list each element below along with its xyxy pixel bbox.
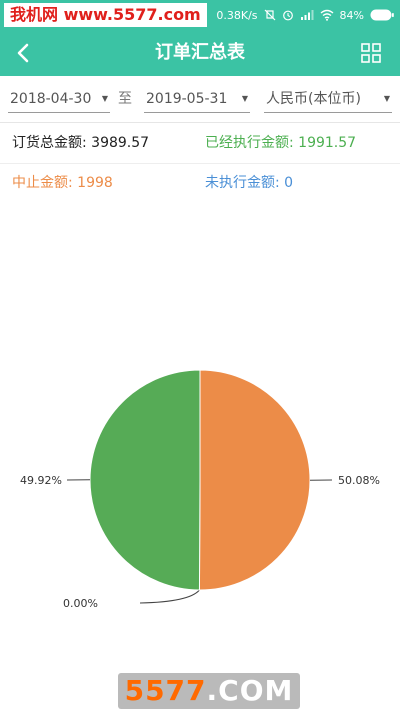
watermark-number: 5577	[124, 674, 207, 707]
caret-down-icon: ▼	[383, 94, 390, 103]
pie-slice-label: 0.00%	[63, 597, 98, 610]
alarm-icon	[282, 9, 294, 21]
stopped-amount-label: 中止金额:	[12, 175, 73, 191]
pie-slice	[198, 369, 311, 591]
grid-menu-button[interactable]	[360, 42, 382, 64]
pie-leader-line	[139, 589, 200, 604]
bottom-watermark: 5577.COM	[118, 673, 300, 709]
executed-amount: 已经执行金额: 1991.57	[205, 123, 356, 163]
filter-bar: 2018-04-30 ▼ 至 2019-05-31 ▼ 人民币(本位币) ▼	[0, 76, 400, 123]
unexecuted-amount-label: 未执行金额:	[205, 175, 280, 191]
status-icons: 0.38K/s 84%	[216, 0, 394, 30]
total-amount-label: 订货总金额:	[12, 135, 87, 151]
total-amount: 订货总金额: 3989.57	[12, 123, 149, 163]
unexecuted-amount: 未执行金额: 0	[205, 163, 293, 203]
end-date-select[interactable]: 2019-05-31 ▼	[144, 86, 250, 113]
executed-amount-value: 1991.57	[298, 135, 357, 151]
total-amount-value: 3989.57	[91, 135, 150, 151]
caret-down-icon: ▼	[101, 94, 108, 103]
grid-icon	[361, 43, 381, 63]
pie-slice-label: 50.08%	[338, 474, 380, 487]
summary-row: 中止金额: 1998 未执行金额: 0	[0, 163, 400, 203]
currency-value: 人民币(本位币)	[266, 91, 361, 107]
caret-down-icon: ▼	[241, 94, 248, 103]
battery-percent: 84%	[339, 8, 364, 22]
wifi-icon	[320, 9, 334, 21]
unexecuted-amount-value: 0	[284, 175, 294, 191]
title-bar: 订单汇总表	[0, 30, 400, 76]
status-bar: 我机网 www.5577.com 0.38K/s 84%	[0, 0, 400, 30]
stopped-amount: 中止金额: 1998	[12, 163, 113, 203]
date-range-separator: 至	[118, 91, 132, 107]
end-date-value: 2019-05-31	[146, 91, 228, 107]
pie-chart-svg: 50.08% 0.00% 49.92%	[20, 369, 380, 610]
currency-select[interactable]: 人民币(本位币) ▼	[264, 86, 392, 113]
mute-icon	[264, 9, 276, 21]
signal-icon	[300, 9, 314, 21]
pie-slice-label: 49.92%	[20, 474, 62, 487]
battery-icon	[370, 9, 394, 21]
executed-amount-label: 已经执行金额:	[205, 135, 294, 151]
start-date-select[interactable]: 2018-04-30 ▼	[8, 86, 110, 113]
pie-chart: 50.08% 0.00% 49.92%	[0, 205, 400, 675]
start-date-value: 2018-04-30	[10, 91, 92, 107]
pie-slice	[89, 369, 201, 591]
network-speed: 0.38K/s	[216, 8, 258, 22]
site-watermark: 我机网 www.5577.com	[4, 3, 207, 27]
summary-row: 订货总金额: 3989.57 已经执行金额: 1991.57	[0, 123, 400, 164]
page-title: 订单汇总表	[155, 42, 245, 63]
summary-panel: 订货总金额: 3989.57 已经执行金额: 1991.57 中止金额: 199…	[0, 123, 400, 203]
stopped-amount-value: 1998	[77, 175, 113, 191]
watermark-domain: .COM	[206, 674, 294, 707]
